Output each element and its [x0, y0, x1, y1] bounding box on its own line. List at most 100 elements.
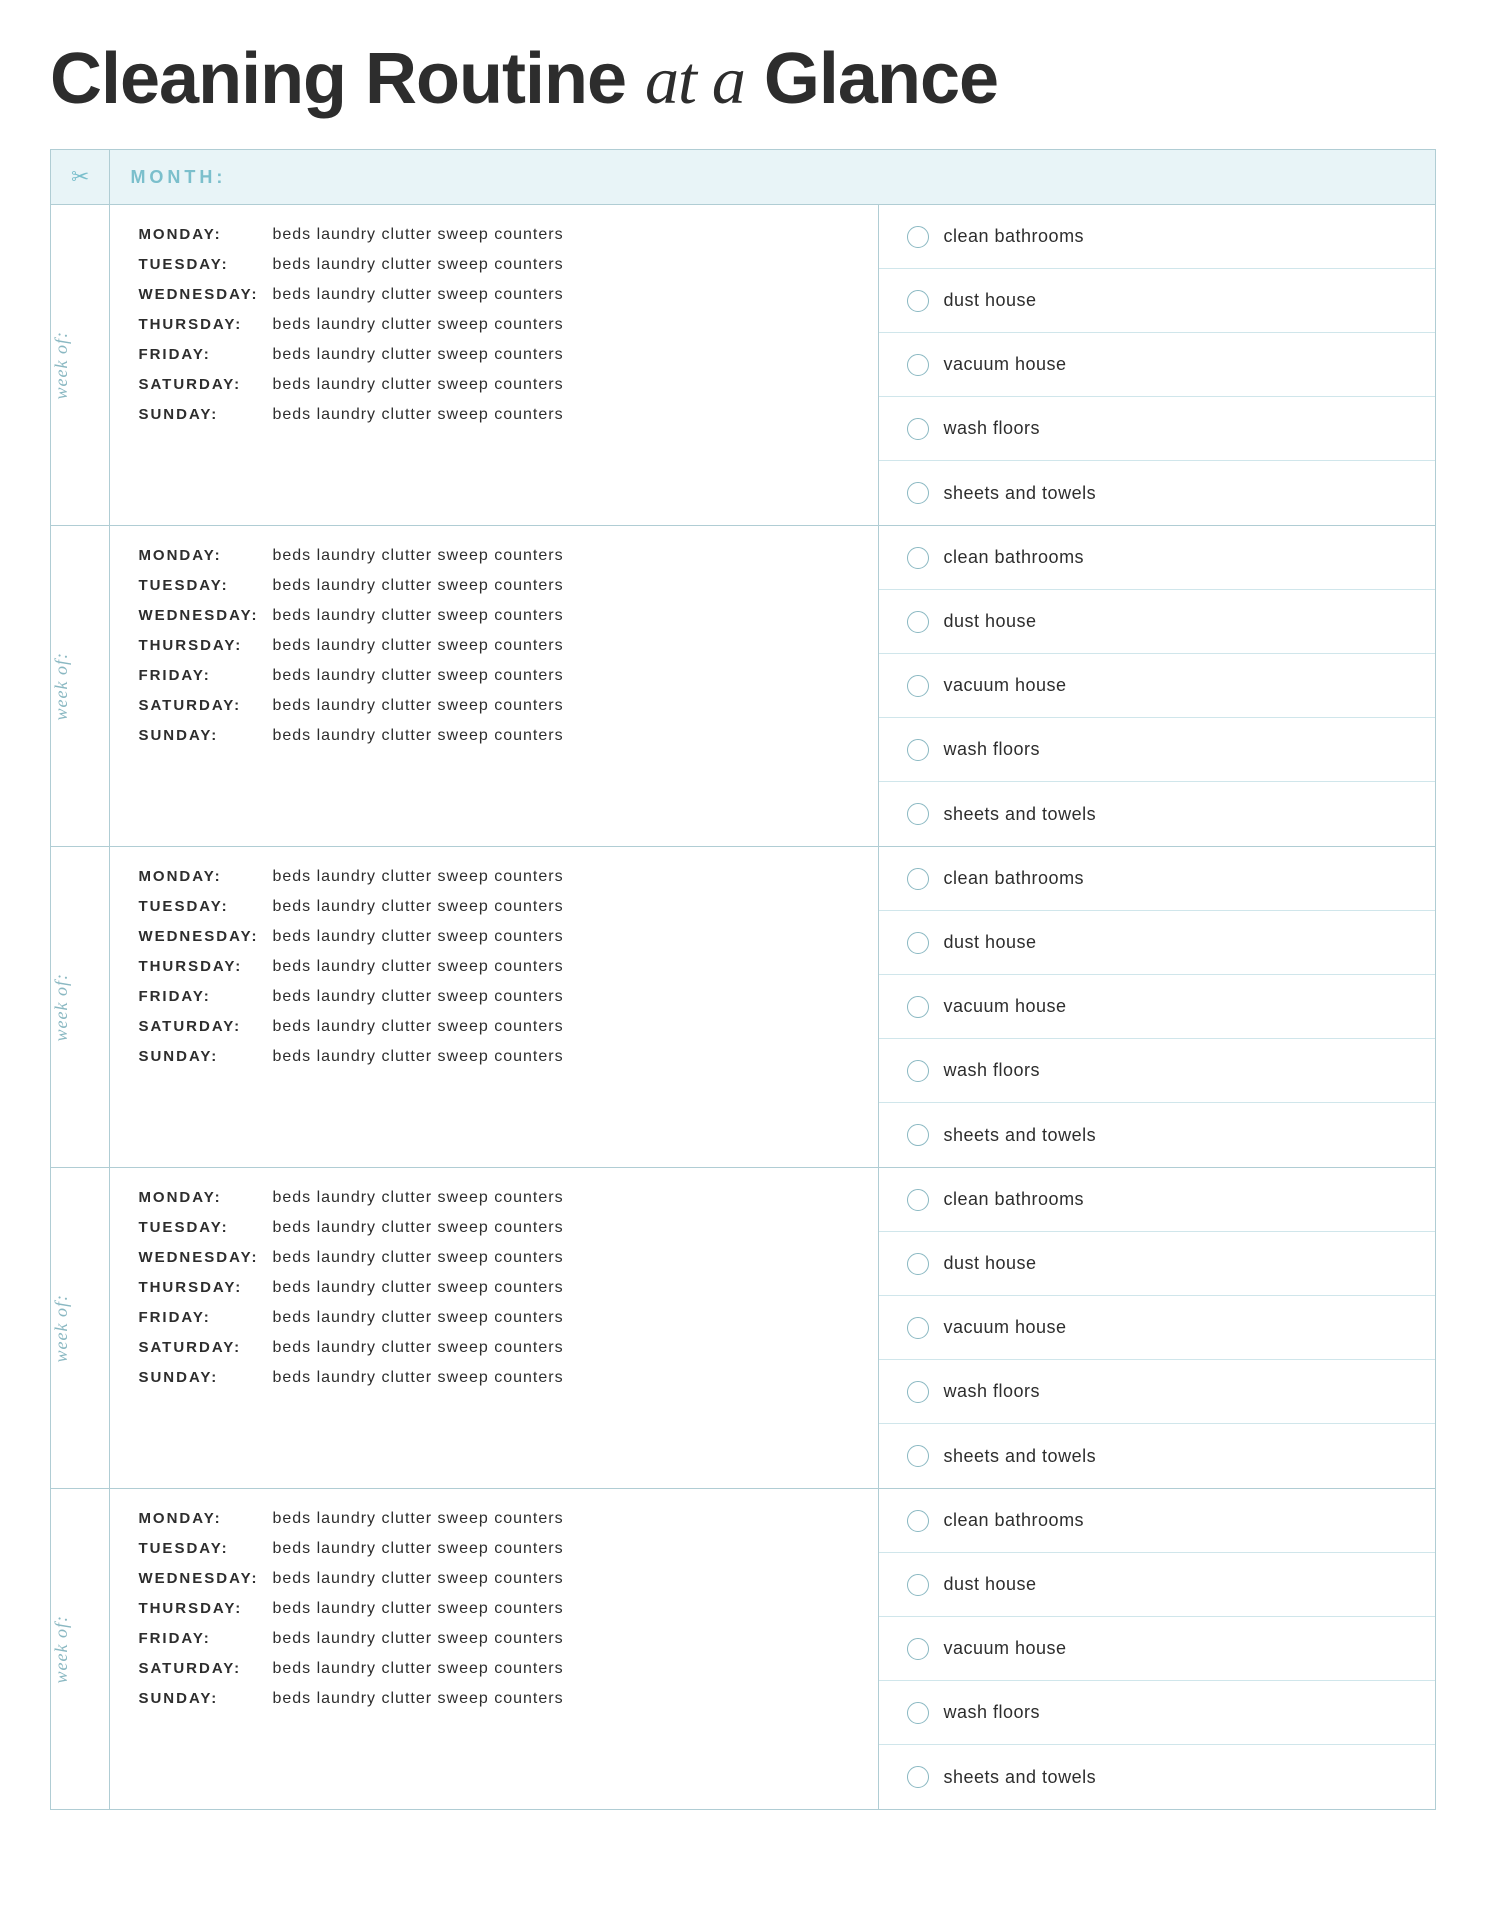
- weekly-task-label: sheets and towels: [943, 1446, 1096, 1467]
- day-row: FRIDAY:beds laundry clutter sweep counte…: [138, 664, 850, 688]
- day-tasks: beds laundry clutter sweep counters: [272, 313, 563, 337]
- day-row: THURSDAY:beds laundry clutter sweep coun…: [138, 634, 850, 658]
- weekly-task-label: wash floors: [943, 1702, 1040, 1723]
- day-tasks: beds laundry clutter sweep counters: [272, 925, 563, 949]
- day-tasks: beds laundry clutter sweep counters: [272, 604, 563, 628]
- page-title: Cleaning Routine at a Glance: [50, 40, 1436, 119]
- day-tasks: beds laundry clutter sweep counters: [272, 253, 563, 277]
- day-tasks: beds laundry clutter sweep counters: [272, 955, 563, 979]
- daily-tasks-2: MONDAY:beds laundry clutter sweep counte…: [110, 526, 879, 847]
- day-tasks: beds laundry clutter sweep counters: [272, 544, 563, 568]
- weekly-task-row: vacuum house: [879, 1296, 1435, 1360]
- month-header-row: ✂ MONTH:: [51, 150, 1436, 205]
- day-label: THURSDAY:: [138, 1277, 268, 1300]
- day-row: TUESDAY:beds laundry clutter sweep count…: [138, 253, 850, 277]
- day-row: THURSDAY:beds laundry clutter sweep coun…: [138, 1597, 850, 1621]
- task-checkbox[interactable]: [907, 996, 929, 1018]
- day-tasks: beds laundry clutter sweep counters: [272, 1507, 563, 1531]
- week-row-5: week of: MONDAY:beds laundry clutter swee…: [51, 1489, 1436, 1810]
- task-checkbox[interactable]: [907, 803, 929, 825]
- weekly-task-row: sheets and towels: [879, 1745, 1435, 1809]
- day-row: SATURDAY:beds laundry clutter sweep coun…: [138, 373, 850, 397]
- weekly-task-row: dust house: [879, 590, 1435, 654]
- day-label: TUESDAY:: [138, 896, 268, 919]
- day-tasks: beds laundry clutter sweep counters: [272, 1216, 563, 1240]
- day-tasks: beds laundry clutter sweep counters: [272, 895, 563, 919]
- day-row: THURSDAY:beds laundry clutter sweep coun…: [138, 1276, 850, 1300]
- day-label: SATURDAY:: [138, 374, 268, 397]
- day-row: WEDNESDAY:beds laundry clutter sweep cou…: [138, 604, 850, 628]
- task-checkbox[interactable]: [907, 1638, 929, 1660]
- weekly-task-label: clean bathrooms: [943, 1189, 1084, 1210]
- task-checkbox[interactable]: [907, 932, 929, 954]
- day-label: TUESDAY:: [138, 1538, 268, 1561]
- weekly-task-label: clean bathrooms: [943, 226, 1084, 247]
- daily-tasks-5: MONDAY:beds laundry clutter sweep counte…: [110, 1489, 879, 1810]
- task-checkbox[interactable]: [907, 418, 929, 440]
- task-checkbox[interactable]: [907, 868, 929, 890]
- task-checkbox[interactable]: [907, 547, 929, 569]
- day-tasks: beds laundry clutter sweep counters: [272, 1186, 563, 1210]
- weekly-task-label: vacuum house: [943, 354, 1066, 375]
- task-checkbox[interactable]: [907, 1510, 929, 1532]
- weekly-task-label: sheets and towels: [943, 1767, 1096, 1788]
- task-checkbox[interactable]: [907, 1381, 929, 1403]
- weekly-task-label: wash floors: [943, 418, 1040, 439]
- day-row: FRIDAY:beds laundry clutter sweep counte…: [138, 343, 850, 367]
- day-label: SATURDAY:: [138, 1337, 268, 1360]
- day-row: MONDAY:beds laundry clutter sweep counte…: [138, 1186, 850, 1210]
- day-row: SUNDAY:beds laundry clutter sweep counte…: [138, 1045, 850, 1069]
- task-checkbox[interactable]: [907, 482, 929, 504]
- day-label: SATURDAY:: [138, 1016, 268, 1039]
- weekly-task-label: clean bathrooms: [943, 1510, 1084, 1531]
- week-of-label: week of:: [51, 963, 72, 1051]
- day-tasks: beds laundry clutter sweep counters: [272, 1567, 563, 1591]
- day-tasks: beds laundry clutter sweep counters: [272, 694, 563, 718]
- day-row: TUESDAY:beds laundry clutter sweep count…: [138, 895, 850, 919]
- weekly-task-label: dust house: [943, 290, 1036, 311]
- day-label: SATURDAY:: [138, 1658, 268, 1681]
- week-row-2: week of:MONDAY:beds laundry clutter swee…: [51, 526, 1436, 847]
- week-of-label: week of:: [51, 1605, 72, 1693]
- day-label: WEDNESDAY:: [138, 284, 268, 307]
- day-tasks: beds laundry clutter sweep counters: [272, 634, 563, 658]
- week-row-1: week of:MONDAY:beds laundry clutter swee…: [51, 205, 1436, 526]
- task-checkbox[interactable]: [907, 226, 929, 248]
- task-checkbox[interactable]: [907, 1317, 929, 1339]
- day-tasks: beds laundry clutter sweep counters: [272, 403, 563, 427]
- day-tasks: beds laundry clutter sweep counters: [272, 1045, 563, 1069]
- weekly-task-row: wash floors: [879, 1039, 1435, 1103]
- weekly-task-row: wash floors: [879, 397, 1435, 461]
- weekly-task-label: dust house: [943, 1253, 1036, 1274]
- weekly-task-label: wash floors: [943, 1060, 1040, 1081]
- task-checkbox[interactable]: [907, 675, 929, 697]
- task-checkbox[interactable]: [907, 354, 929, 376]
- weekly-task-label: dust house: [943, 932, 1036, 953]
- day-row: FRIDAY:beds laundry clutter sweep counte…: [138, 1306, 850, 1330]
- task-checkbox[interactable]: [907, 1445, 929, 1467]
- day-label: WEDNESDAY:: [138, 1568, 268, 1591]
- day-label: WEDNESDAY:: [138, 926, 268, 949]
- week-label-4: week of:: [51, 1168, 110, 1489]
- task-checkbox[interactable]: [907, 1189, 929, 1211]
- task-checkbox[interactable]: [907, 611, 929, 633]
- day-label: MONDAY:: [138, 1187, 268, 1210]
- day-row: SUNDAY:beds laundry clutter sweep counte…: [138, 1366, 850, 1390]
- task-checkbox[interactable]: [907, 1124, 929, 1146]
- week-row-4: week of:MONDAY:beds laundry clutter swee…: [51, 1168, 1436, 1489]
- task-checkbox[interactable]: [907, 739, 929, 761]
- weekly-task-label: wash floors: [943, 739, 1040, 760]
- weekly-task-row: clean bathrooms: [879, 1168, 1435, 1232]
- task-checkbox[interactable]: [907, 1574, 929, 1596]
- task-checkbox[interactable]: [907, 1060, 929, 1082]
- day-row: THURSDAY:beds laundry clutter sweep coun…: [138, 955, 850, 979]
- task-checkbox[interactable]: [907, 290, 929, 312]
- weekly-task-row: wash floors: [879, 718, 1435, 782]
- task-checkbox[interactable]: [907, 1253, 929, 1275]
- task-checkbox[interactable]: [907, 1766, 929, 1788]
- weekly-task-label: vacuum house: [943, 1638, 1066, 1659]
- weekly-task-row: dust house: [879, 911, 1435, 975]
- day-tasks: beds laundry clutter sweep counters: [272, 1366, 563, 1390]
- task-checkbox[interactable]: [907, 1702, 929, 1724]
- month-label: MONTH:: [110, 150, 1436, 205]
